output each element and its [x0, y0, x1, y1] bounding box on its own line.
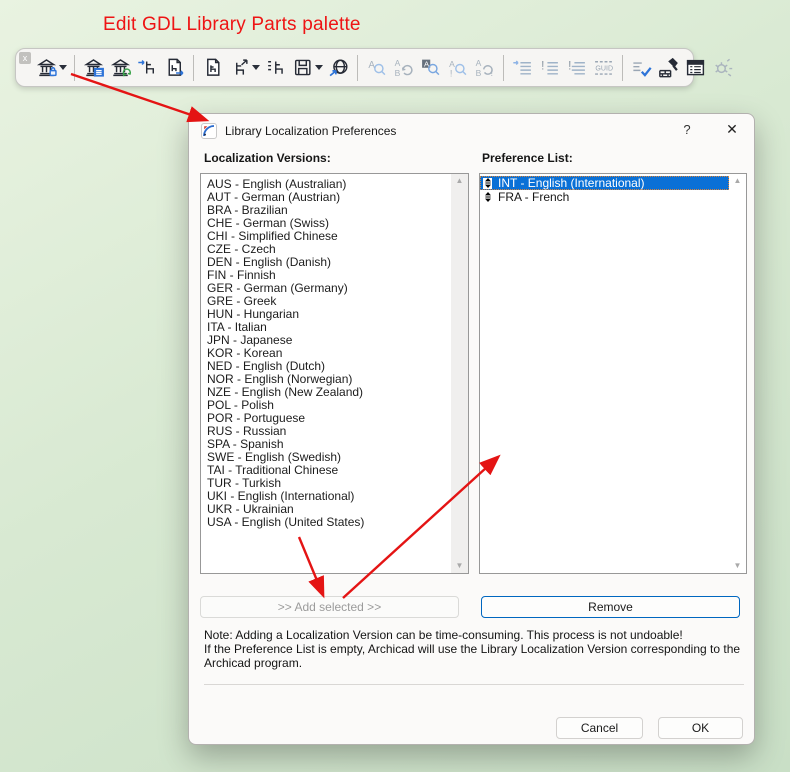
save-object-icon: [292, 57, 313, 78]
debug-icon: [712, 57, 733, 78]
screen: Edit GDL Library Parts palette x A A B A A! A…: [0, 0, 790, 772]
comment-lines-icon: !: [539, 57, 560, 78]
ok-button[interactable]: OK: [658, 717, 743, 739]
dropdown-caret-open-object-subwindow[interactable]: [251, 65, 261, 70]
reorder-icon[interactable]: [483, 191, 492, 203]
right-list-scrollbar[interactable]: ▲ ▼: [729, 174, 746, 573]
toolbar-button-save-object[interactable]: [290, 54, 315, 82]
library-lock-icon: [36, 57, 57, 78]
note-text: Note: Adding a Localization Version can …: [204, 628, 741, 670]
toolbar-button-find-selection[interactable]: A: [418, 54, 443, 82]
export-object-icon: [164, 57, 185, 78]
svg-text:!: !: [568, 58, 571, 72]
svg-text:B: B: [395, 68, 401, 78]
dropdown-caret-save-object[interactable]: [314, 65, 324, 70]
archicad-logo-icon: [201, 123, 217, 139]
toolbar-button-rebuild[interactable]: [656, 54, 681, 82]
toolbar-button-object-parameters[interactable]: [263, 54, 288, 82]
toolbar-button-open-object-subwindow[interactable]: [227, 54, 252, 82]
svg-text:GUID: GUID: [595, 65, 613, 73]
toolbar-buttons: A A B A A! A B!!! GUID: [34, 54, 735, 82]
toolbar-button-export-object[interactable]: [162, 54, 187, 82]
toolbar-button-library-manager[interactable]: [81, 54, 106, 82]
toolbar-separator: [193, 54, 194, 81]
object-parameters-icon: [265, 57, 286, 78]
library-localization-preferences-dialog: Library Localization Preferences ? ✕ Loc…: [188, 113, 755, 745]
toolbar-button-open-object[interactable]: [135, 54, 160, 82]
toolbar-button-debug: [710, 54, 735, 82]
toolbar-separator: [622, 54, 623, 81]
scroll-up-icon[interactable]: ▲: [734, 177, 742, 185]
svg-text:!: !: [541, 58, 544, 72]
toolbar-separator: [503, 54, 504, 81]
reload-libraries-icon: [110, 57, 131, 78]
preference-list-label: Preference List:: [482, 151, 573, 165]
gdl-toolbar: x A A B A A! A B!!! GUID: [15, 48, 733, 87]
remove-button[interactable]: Remove: [481, 596, 740, 618]
localization-versions-listbox: AUS - English (Australian) AUT - German (…: [200, 173, 469, 574]
toolbar-button-find-next: A!: [445, 54, 470, 82]
toolbar-button-uncomment-lines: !: [564, 54, 589, 82]
replace-all-icon: A B!: [474, 57, 495, 78]
find-next-icon: A!: [447, 57, 468, 78]
open-object-subwindow-icon: [229, 57, 250, 78]
toolbar-separator: [74, 54, 75, 81]
dialog-title: Library Localization Preferences: [225, 124, 397, 138]
preference-item[interactable]: FRA - French: [480, 190, 729, 204]
insert-guid-icon: GUID: [593, 57, 614, 78]
scroll-down-icon[interactable]: ▼: [456, 562, 464, 570]
preference-list-items: INT - English (International) FRA - Frenc…: [480, 174, 729, 573]
svg-text:A: A: [395, 58, 401, 68]
localization-item[interactable]: USA - English (United States): [201, 516, 451, 529]
toolbar-button-find: A: [364, 54, 389, 82]
preference-item-label: INT - English (International): [498, 176, 645, 190]
add-selected-button: >> Add selected >>: [200, 596, 459, 618]
check-script-icon: [631, 57, 652, 78]
svg-text:!: !: [450, 68, 453, 78]
toolbar-button-insert-guid: GUID: [591, 54, 616, 82]
toolbar-button-comment-lines: !: [537, 54, 562, 82]
toolbar-button-reload-libraries[interactable]: [108, 54, 133, 82]
dialog-titlebar[interactable]: Library Localization Preferences: [189, 114, 754, 148]
find-replace-icon: AB: [393, 57, 414, 78]
left-list-scrollbar[interactable]: ▲ ▼: [451, 174, 468, 573]
scroll-down-icon[interactable]: ▼: [734, 562, 742, 570]
toolbar-button-check-script[interactable]: [629, 54, 654, 82]
open-object-from-web-icon: [328, 57, 349, 78]
open-object-icon: [137, 57, 158, 78]
divider: [204, 684, 744, 685]
preference-item-selected[interactable]: INT - English (International): [480, 176, 729, 190]
toolbar-button-indent-lines: [510, 54, 535, 82]
new-object-icon: [202, 57, 223, 78]
svg-text:A: A: [476, 58, 482, 68]
find-icon: A: [366, 57, 387, 78]
preference-item-label: FRA - French: [498, 190, 570, 204]
svg-text:B: B: [476, 68, 482, 78]
toolbar-button-find-replace: AB: [391, 54, 416, 82]
localization-versions-label: Localization Versions:: [204, 151, 331, 165]
close-icon[interactable]: ✕: [722, 121, 742, 138]
localization-versions-items: AUS - English (Australian) AUT - German (…: [201, 174, 451, 573]
scroll-up-icon[interactable]: ▲: [456, 177, 464, 185]
toolbar-button-open-object-from-web[interactable]: [326, 54, 351, 82]
svg-text:!: !: [491, 68, 494, 78]
toolbar-separator: [357, 54, 358, 81]
library-manager-icon: [83, 57, 104, 78]
editor-grid-icon: [685, 57, 706, 78]
find-selection-icon: A: [420, 57, 441, 78]
indent-lines-icon: [512, 57, 533, 78]
reorder-icon[interactable]: [483, 177, 492, 189]
toolbar-button-new-object[interactable]: [200, 54, 225, 82]
help-button[interactable]: ?: [678, 122, 696, 137]
preference-listbox: INT - English (International) FRA - Frenc…: [479, 173, 747, 574]
cancel-button[interactable]: Cancel: [556, 717, 643, 739]
toolbar-close-button[interactable]: x: [19, 52, 31, 64]
annotation-text: Edit GDL Library Parts palette: [103, 14, 361, 35]
uncomment-lines-icon: !: [566, 57, 587, 78]
toolbar-button-library-lock[interactable]: [34, 54, 59, 82]
dropdown-caret-library-lock[interactable]: [58, 65, 68, 70]
toolbar-button-editor-grid[interactable]: [683, 54, 708, 82]
toolbar-button-replace-all: A B!: [472, 54, 497, 82]
rebuild-icon: [658, 57, 679, 78]
